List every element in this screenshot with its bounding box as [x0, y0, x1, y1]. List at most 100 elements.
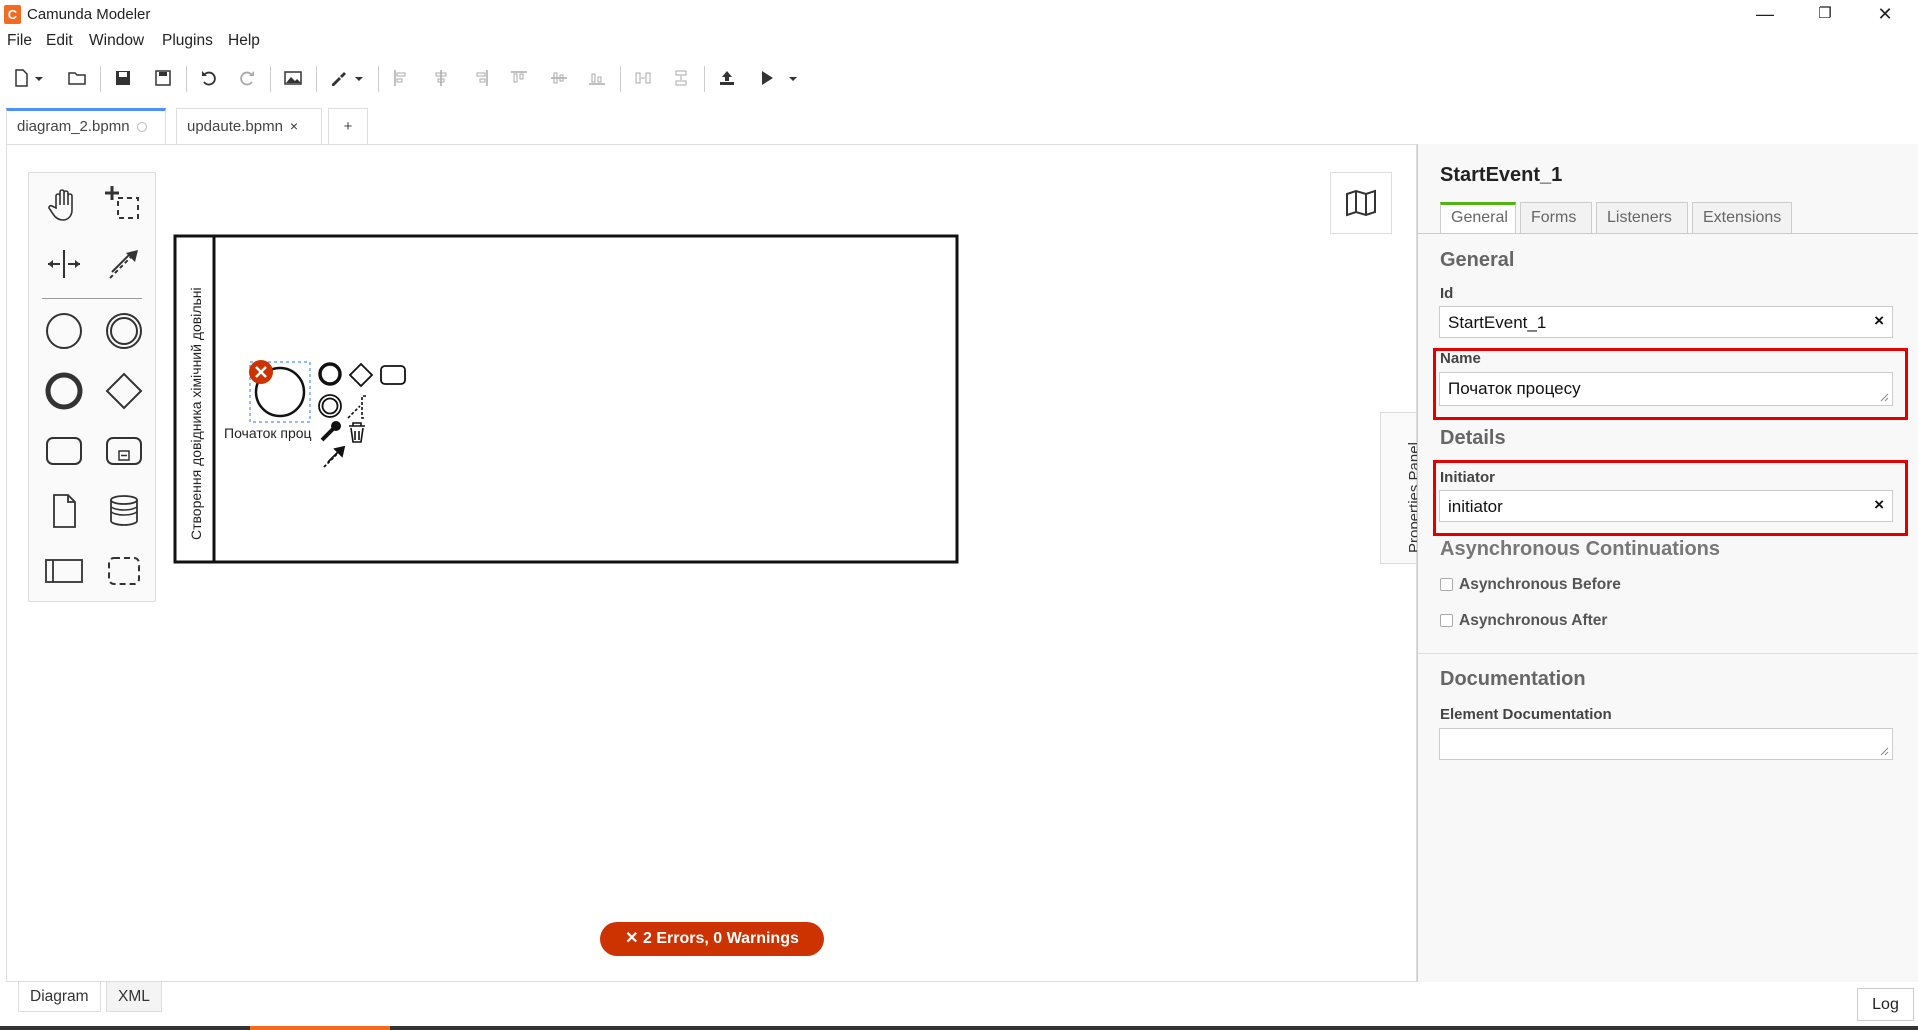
name-label: Name — [1440, 350, 1481, 367]
export-image-icon[interactable] — [280, 66, 306, 90]
align-left-icon[interactable] — [388, 66, 414, 90]
id-input[interactable]: StartEvent_1 × — [1439, 306, 1893, 338]
open-folder-icon[interactable] — [64, 66, 90, 90]
tab-extensions[interactable]: Extensions — [1692, 202, 1792, 233]
append-text-annotation-icon[interactable] — [347, 395, 366, 419]
menu-file[interactable]: File — [7, 32, 32, 50]
async-before-label: Asynchronous Before — [1459, 576, 1621, 593]
resize-handle-icon[interactable] — [1880, 747, 1889, 756]
color-dropdown-icon[interactable] — [352, 66, 366, 90]
tab-forms[interactable]: Forms — [1520, 202, 1592, 233]
save-icon[interactable] — [110, 66, 136, 90]
global-connect-tool-icon[interactable] — [100, 240, 148, 288]
distribute-vertical-icon[interactable] — [668, 66, 694, 90]
log-button[interactable]: Log — [1857, 988, 1914, 1021]
menu-help[interactable]: Help — [228, 32, 260, 50]
minimize-button[interactable]: — — [1735, 0, 1795, 30]
properties-panel-toggle[interactable]: Properties Panel — [1380, 412, 1423, 564]
resize-handle-icon[interactable] — [1880, 393, 1889, 402]
space-tool-icon[interactable] — [40, 240, 88, 288]
toolbar-separator — [100, 66, 101, 92]
intermediate-event-icon[interactable] — [100, 307, 148, 355]
menu-edit[interactable]: Edit — [46, 32, 73, 50]
menu-plugins[interactable]: Plugins — [162, 32, 213, 50]
pool-participant-icon[interactable] — [40, 547, 88, 595]
general-section-header: General — [1440, 249, 1515, 271]
async-after-checkbox[interactable]: Asynchronous After — [1440, 612, 1607, 630]
tab-listeners[interactable]: Listeners — [1596, 202, 1688, 233]
pool-label[interactable]: Створення довідника хімічний довільні — [188, 240, 204, 540]
id-label: Id — [1440, 285, 1454, 302]
subprocess-icon[interactable] — [100, 427, 148, 475]
async-after-label: Asynchronous After — [1459, 612, 1608, 629]
section-divider — [1418, 653, 1918, 654]
palette-separator — [42, 298, 142, 299]
checkbox-icon[interactable] — [1440, 578, 1453, 591]
minimap-toggle-button[interactable] — [1330, 172, 1392, 234]
start-dropdown-icon[interactable] — [786, 66, 800, 90]
tab-close-icon[interactable]: × — [290, 118, 298, 134]
data-object-icon[interactable] — [40, 487, 88, 535]
start-event-icon[interactable] — [40, 307, 88, 355]
gateway-icon[interactable] — [100, 367, 148, 415]
end-event-icon[interactable] — [40, 367, 88, 415]
status-line-accent — [250, 1026, 390, 1030]
properties-panel: StartEvent_1 General Forms Listeners Ext… — [1417, 144, 1918, 982]
start-instance-icon[interactable] — [754, 66, 780, 90]
map-icon — [1346, 189, 1376, 217]
new-tab-button[interactable]: + — [328, 108, 368, 144]
align-center-icon[interactable] — [428, 66, 454, 90]
color-picker-icon[interactable] — [326, 66, 352, 90]
data-store-icon[interactable] — [100, 487, 148, 535]
name-textarea[interactable]: Початок процесу — [1439, 372, 1893, 406]
change-type-wrench-icon[interactable] — [320, 426, 336, 442]
align-bottom-icon[interactable] — [584, 66, 610, 90]
async-section-header: Asynchronous Continuations — [1440, 538, 1720, 560]
restore-button[interactable]: ❐ — [1795, 0, 1855, 30]
errors-warnings-badge[interactable]: ✕ 2 Errors, 0 Warnings — [600, 922, 824, 956]
tab-xml-view[interactable]: XML — [106, 982, 162, 1012]
id-clear-icon[interactable]: × — [1874, 311, 1884, 331]
undo-icon[interactable] — [196, 66, 222, 90]
toolbar-separator — [378, 66, 379, 92]
start-event-label[interactable]: Початок проц — [224, 425, 312, 441]
new-file-dropdown-icon[interactable] — [32, 66, 46, 90]
deploy-icon[interactable] — [714, 66, 740, 90]
align-right-icon[interactable] — [468, 66, 494, 90]
checkbox-icon[interactable] — [1440, 614, 1453, 627]
lasso-tool-icon[interactable] — [100, 180, 148, 228]
bottom-bar: Diagram XML — [0, 982, 1918, 1030]
task-icon[interactable] — [40, 427, 88, 475]
delete-trash-icon[interactable] — [349, 422, 365, 443]
tab-updaute[interactable]: updaute.bpmn × — [176, 108, 322, 144]
toolbar-separator — [316, 66, 317, 92]
menu-window[interactable]: Window — [89, 32, 144, 50]
tab-general[interactable]: General — [1440, 202, 1516, 233]
id-value: StartEvent_1 — [1448, 313, 1547, 332]
align-middle-icon[interactable] — [546, 66, 572, 90]
async-before-checkbox[interactable]: Asynchronous Before — [1440, 576, 1621, 594]
new-file-icon[interactable] — [8, 66, 34, 90]
tab-label: updaute.bpmn — [187, 118, 283, 135]
initiator-input[interactable]: initiator × — [1439, 490, 1893, 522]
append-intermediate-event-inner — [321, 397, 339, 415]
unsaved-indicator-icon — [136, 122, 147, 132]
group-icon[interactable] — [100, 547, 148, 595]
save-as-icon[interactable] — [150, 66, 176, 90]
hand-tool-icon[interactable] — [40, 180, 88, 228]
append-task-icon[interactable] — [380, 365, 406, 385]
tab-diagram-view[interactable]: Diagram — [18, 982, 101, 1012]
camunda-logo-icon: C — [4, 5, 21, 24]
window-title: Camunda Modeler — [27, 6, 151, 23]
close-window-button[interactable]: ✕ — [1855, 0, 1915, 30]
initiator-clear-icon[interactable]: × — [1874, 495, 1884, 515]
redo-icon[interactable] — [234, 66, 260, 90]
tab-diagram-2[interactable]: diagram_2.bpmn — [6, 108, 166, 144]
tab-label: diagram_2.bpmn — [17, 118, 130, 135]
distribute-horizontal-icon[interactable] — [630, 66, 656, 90]
bpmn-diagram — [173, 234, 959, 564]
element-documentation-textarea[interactable] — [1439, 728, 1893, 760]
align-top-icon[interactable] — [506, 66, 532, 90]
append-gateway-icon[interactable] — [348, 362, 374, 388]
append-end-event-icon[interactable] — [318, 362, 342, 386]
